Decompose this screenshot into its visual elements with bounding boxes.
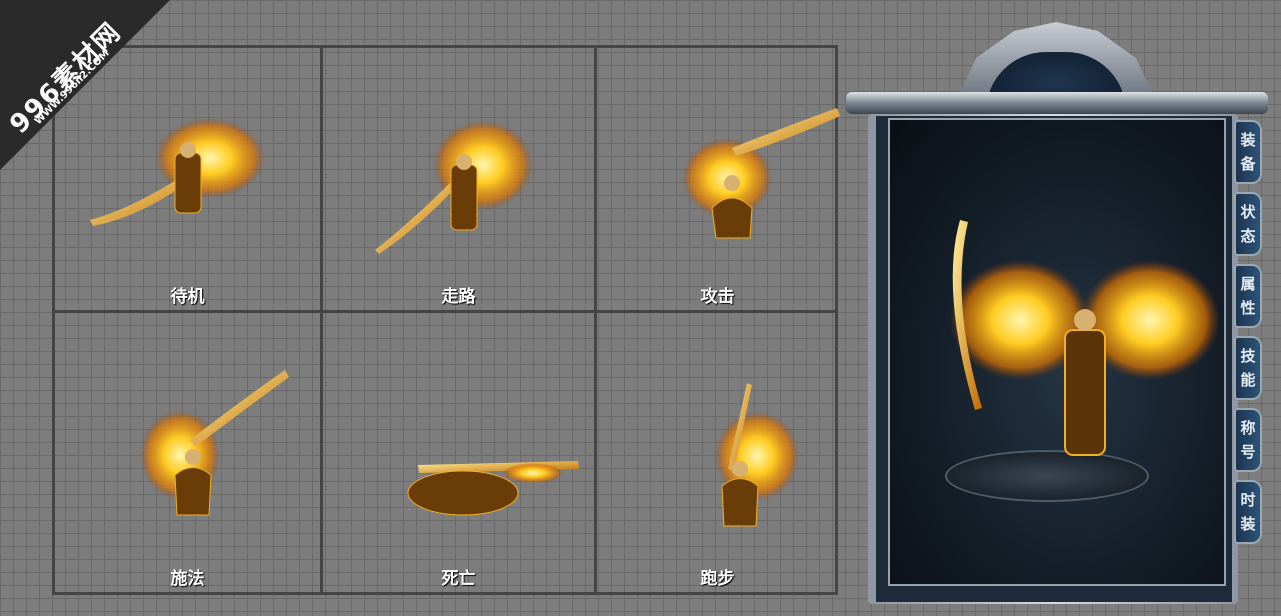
tab-titles[interactable]: 称 号 bbox=[1234, 408, 1262, 472]
tab-label: 技 bbox=[1240, 347, 1256, 365]
character-panel: 装 备 状 态 属 性 技 能 称 号 时 装 bbox=[846, 22, 1268, 606]
cell-label: 待机 bbox=[170, 287, 205, 307]
panel-top-bar bbox=[846, 92, 1268, 114]
walk-sprite-icon bbox=[375, 120, 533, 254]
attack-sprite-icon bbox=[682, 108, 840, 239]
cell-death[interactable]: 死亡 bbox=[323, 313, 594, 592]
tab-label: 态 bbox=[1240, 227, 1256, 245]
tab-label: 备 bbox=[1240, 155, 1256, 173]
tab-label: 装 bbox=[1240, 515, 1256, 533]
cell-label: 攻击 bbox=[700, 287, 735, 307]
tab-label: 能 bbox=[1240, 371, 1256, 389]
panel-tabs: 装 备 状 态 属 性 技 能 称 号 时 装 bbox=[1234, 120, 1264, 552]
tab-skills[interactable]: 技 能 bbox=[1234, 336, 1262, 400]
tab-equipment[interactable]: 装 备 bbox=[1234, 120, 1262, 184]
cell-cast[interactable]: 施法 bbox=[55, 313, 320, 592]
cell-label: 走路 bbox=[441, 287, 476, 307]
cell-label: 跑步 bbox=[700, 569, 735, 589]
cell-attack[interactable]: 攻击 bbox=[597, 48, 840, 310]
cell-label: 施法 bbox=[170, 569, 205, 589]
tab-attributes[interactable]: 属 性 bbox=[1234, 264, 1262, 328]
run-sprite-icon bbox=[715, 383, 799, 527]
tab-label: 号 bbox=[1240, 443, 1256, 461]
cell-label: 死亡 bbox=[441, 569, 476, 589]
tab-fashion[interactable]: 时 装 bbox=[1234, 480, 1262, 544]
character-model-icon bbox=[950, 220, 1220, 456]
tab-label: 称 bbox=[1240, 419, 1256, 437]
tab-label: 性 bbox=[1240, 299, 1256, 317]
tab-label: 装 bbox=[1240, 131, 1256, 149]
cast-sprite-icon bbox=[140, 370, 289, 516]
watermark-triangle bbox=[0, 0, 170, 170]
tab-label: 时 bbox=[1240, 491, 1256, 509]
cell-run[interactable]: 跑步 bbox=[597, 313, 838, 592]
tab-label: 属 bbox=[1240, 275, 1256, 293]
cell-walk[interactable]: 走路 bbox=[323, 48, 594, 310]
tab-status[interactable]: 状 态 bbox=[1234, 192, 1262, 256]
character-preview bbox=[888, 118, 1226, 586]
tab-label: 状 bbox=[1240, 203, 1256, 221]
watermark: 996素材网 WWW.996n2.COM bbox=[0, 0, 170, 170]
death-sprite-icon bbox=[407, 461, 579, 516]
